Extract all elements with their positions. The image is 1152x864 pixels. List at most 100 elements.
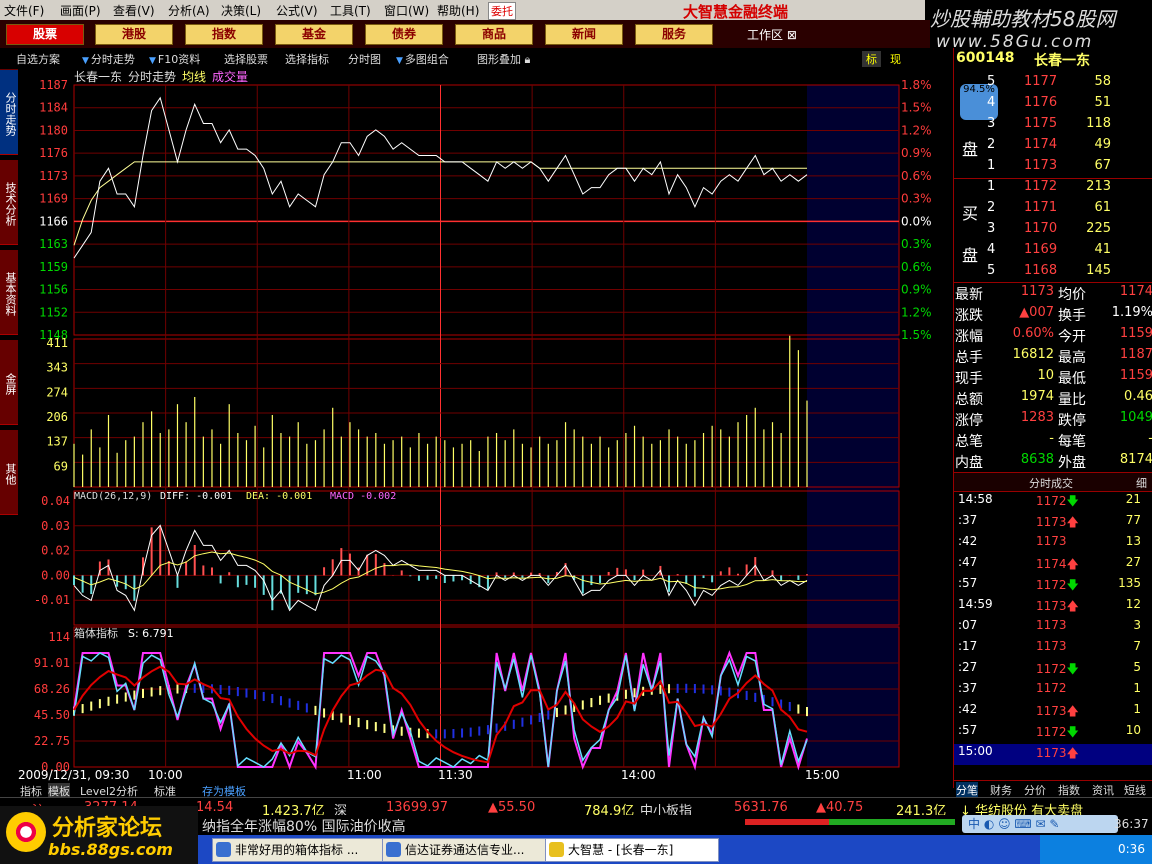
- sell-order-row[interactable]: 3 1175 118: [954, 116, 1152, 137]
- nav-hk-button[interactable]: 港股: [95, 24, 173, 45]
- tick-volume: 5: [1133, 660, 1141, 674]
- buy-order-row[interactable]: 5 1168 145: [954, 263, 1152, 284]
- tick-row[interactable]: :17 1173 7: [954, 639, 1152, 660]
- right-tab-info[interactable]: 资讯: [1092, 782, 1114, 798]
- system-tray: 0:36: [1040, 835, 1152, 864]
- side-tab-technical[interactable]: 技术分析: [0, 160, 18, 245]
- menu-formula[interactable]: 公式(V): [276, 2, 318, 19]
- volume-tick-label: 274: [46, 385, 68, 399]
- menu-file[interactable]: 文件(F): [4, 2, 44, 19]
- sell-order-row[interactable]: 1 1173 67: [954, 158, 1152, 179]
- menu-help[interactable]: 帮助(H): [437, 2, 479, 19]
- tool-f10[interactable]: ▼ F10资料: [149, 51, 200, 67]
- tool-now[interactable]: 现: [890, 51, 901, 67]
- tool-pick-stock[interactable]: 选择股票: [224, 51, 268, 67]
- nav-fund-button[interactable]: 基金: [275, 24, 353, 45]
- menu-analysis[interactable]: 分析(A): [168, 2, 210, 19]
- tick-row[interactable]: :47 1174🡅 27: [954, 555, 1152, 576]
- macd-tick-label: 0.02: [41, 544, 70, 558]
- tick-time: :57: [958, 576, 978, 590]
- sell-order-row[interactable]: 2 1174 49: [954, 137, 1152, 158]
- buy-order-row[interactable]: 4 1169 41: [954, 242, 1152, 263]
- tick-row[interactable]: :57 1172🡇 135: [954, 576, 1152, 597]
- stat-value: -: [1049, 431, 1054, 446]
- workspace-toggle[interactable]: 工作区 ⊠: [747, 26, 797, 43]
- sell-order-row[interactable]: 4 1176 51: [954, 95, 1152, 116]
- buy-order-row[interactable]: 3 1170 225: [954, 221, 1152, 242]
- right-tab-finance[interactable]: 财务: [990, 782, 1012, 798]
- task-tdx[interactable]: 信达证券通达信专业...: [382, 838, 556, 862]
- stat-label: 涨停: [955, 413, 983, 429]
- volume-tick-label: 206: [46, 410, 68, 424]
- tool-overlay[interactable]: 图形叠加 🔒︎: [477, 51, 530, 67]
- quote-panel: 600148 长春一东 94.5% 盘 买 盘 5 1177 58 4 1176 51 3 1…: [953, 48, 1152, 798]
- tick-row[interactable]: :42 1173🡅 1: [954, 702, 1152, 723]
- ie-icon: [216, 842, 231, 857]
- percent-tick-label: 1.5%: [901, 328, 932, 342]
- percent-tick-label: 0.3%: [901, 192, 932, 206]
- tick-row[interactable]: :37 1173🡅 77: [954, 513, 1152, 534]
- tick-row[interactable]: :07 1173 3: [954, 618, 1152, 639]
- side-tab-goldscreen[interactable]: 金屏: [0, 340, 18, 425]
- task-box-indicator[interactable]: 非常好用的箱体指标 ...: [212, 838, 386, 862]
- right-tab-index[interactable]: 指数: [1058, 782, 1080, 798]
- close-icon[interactable]: ⊠: [787, 28, 797, 42]
- tick-row[interactable]: :42 1173 13: [954, 534, 1152, 555]
- side-tab-other[interactable]: 其他: [0, 430, 18, 515]
- tool-overlay-label: 图形叠加: [477, 53, 521, 66]
- menu-tools[interactable]: 工具(T): [330, 2, 371, 19]
- nav-stock-button[interactable]: 股票: [6, 24, 84, 45]
- stat-value: 8174: [1119, 452, 1152, 467]
- menu-screen[interactable]: 画面(P): [60, 2, 101, 19]
- tool-intraday[interactable]: ▼ 分时走势: [82, 51, 135, 67]
- tick-volume: 3: [1133, 618, 1141, 632]
- nav-bond-button[interactable]: 债券: [365, 24, 443, 45]
- tool-intraday-label: 分时走势: [90, 53, 135, 66]
- tick-row[interactable]: :27 1172🡇 5: [954, 660, 1152, 681]
- nav-news-button[interactable]: 新闻: [545, 24, 623, 45]
- ticks-header: 分时成交 细: [954, 472, 1152, 492]
- buy-order-row[interactable]: 2 1171 61: [954, 200, 1152, 221]
- input-method-bar[interactable]: 中 ◐ ☺ ⌨ ✉ ✎: [962, 815, 1118, 833]
- macd-tick-label: -0.01: [34, 593, 70, 607]
- nav-commodity-button[interactable]: 商品: [455, 24, 533, 45]
- right-tab-ticks[interactable]: 分笔: [956, 782, 978, 798]
- nav-service-button[interactable]: 服务: [635, 24, 713, 45]
- tool-multi[interactable]: ▼ 多图组合: [396, 51, 449, 67]
- ticker-item: 14.54: [196, 800, 234, 815]
- tick-row[interactable]: :37 1172 1: [954, 681, 1152, 702]
- menu-decision[interactable]: 决策(L): [221, 2, 261, 19]
- tool-scheme[interactable]: 自选方案: [16, 51, 60, 67]
- time-tick-label: 11:00: [347, 768, 382, 782]
- right-tab-price[interactable]: 分价: [1024, 782, 1046, 798]
- tick-row[interactable]: :57 1172🡇 10: [954, 723, 1152, 744]
- sell-order-row[interactable]: 5 1177 58: [954, 74, 1152, 95]
- tool-chart[interactable]: 分时图: [348, 51, 381, 67]
- entrust-button[interactable]: 委托: [488, 2, 516, 20]
- news-headline[interactable]: 纳指全年涨幅80% 国际油价收高: [202, 816, 406, 836]
- stat-label: 现手: [955, 371, 983, 387]
- right-tab-short[interactable]: 短线: [1124, 782, 1146, 798]
- menu-window[interactable]: 窗口(W): [384, 2, 429, 19]
- intraday-chart[interactable]: 长春一东 分时走势 均线 成交量 1187 1184 1180 1176 1173 116…: [18, 69, 953, 783]
- task-dazhihui[interactable]: 大智慧 - [长春一东]: [545, 838, 719, 862]
- tick-row[interactable]: 14:58 1172🡇 21: [954, 492, 1152, 513]
- tick-row[interactable]: 14:59 1173🡅 12: [954, 597, 1152, 618]
- flower-icon: [6, 812, 46, 852]
- stat-value: 0.46: [1124, 389, 1152, 404]
- nav-index-button[interactable]: 指数: [185, 24, 263, 45]
- percent-tick-label: 0.0%: [901, 214, 932, 228]
- tick-row[interactable]: 15:00 1173🡅: [954, 744, 1152, 765]
- side-tab-fundamentals[interactable]: 基本资料: [0, 250, 18, 335]
- tool-pick-indicator[interactable]: 选择指标: [285, 51, 329, 67]
- buy-order-row[interactable]: 1 1172 213: [954, 179, 1152, 200]
- side-tab-intraday[interactable]: 分时走势: [0, 70, 18, 155]
- ticks-title: 分时成交: [1029, 477, 1073, 490]
- stat-label: 每笔: [1058, 434, 1086, 450]
- menu-view[interactable]: 查看(V): [113, 2, 155, 19]
- ticks-detail-button[interactable]: 细: [1136, 475, 1147, 491]
- order-price: 1176: [1024, 95, 1058, 110]
- tool-mark[interactable]: 标: [862, 51, 881, 67]
- bottom-tabs: 指标 模板 Level2分析 标准 存为模板: [18, 783, 953, 799]
- chart-ma-label: 均线: [182, 70, 206, 84]
